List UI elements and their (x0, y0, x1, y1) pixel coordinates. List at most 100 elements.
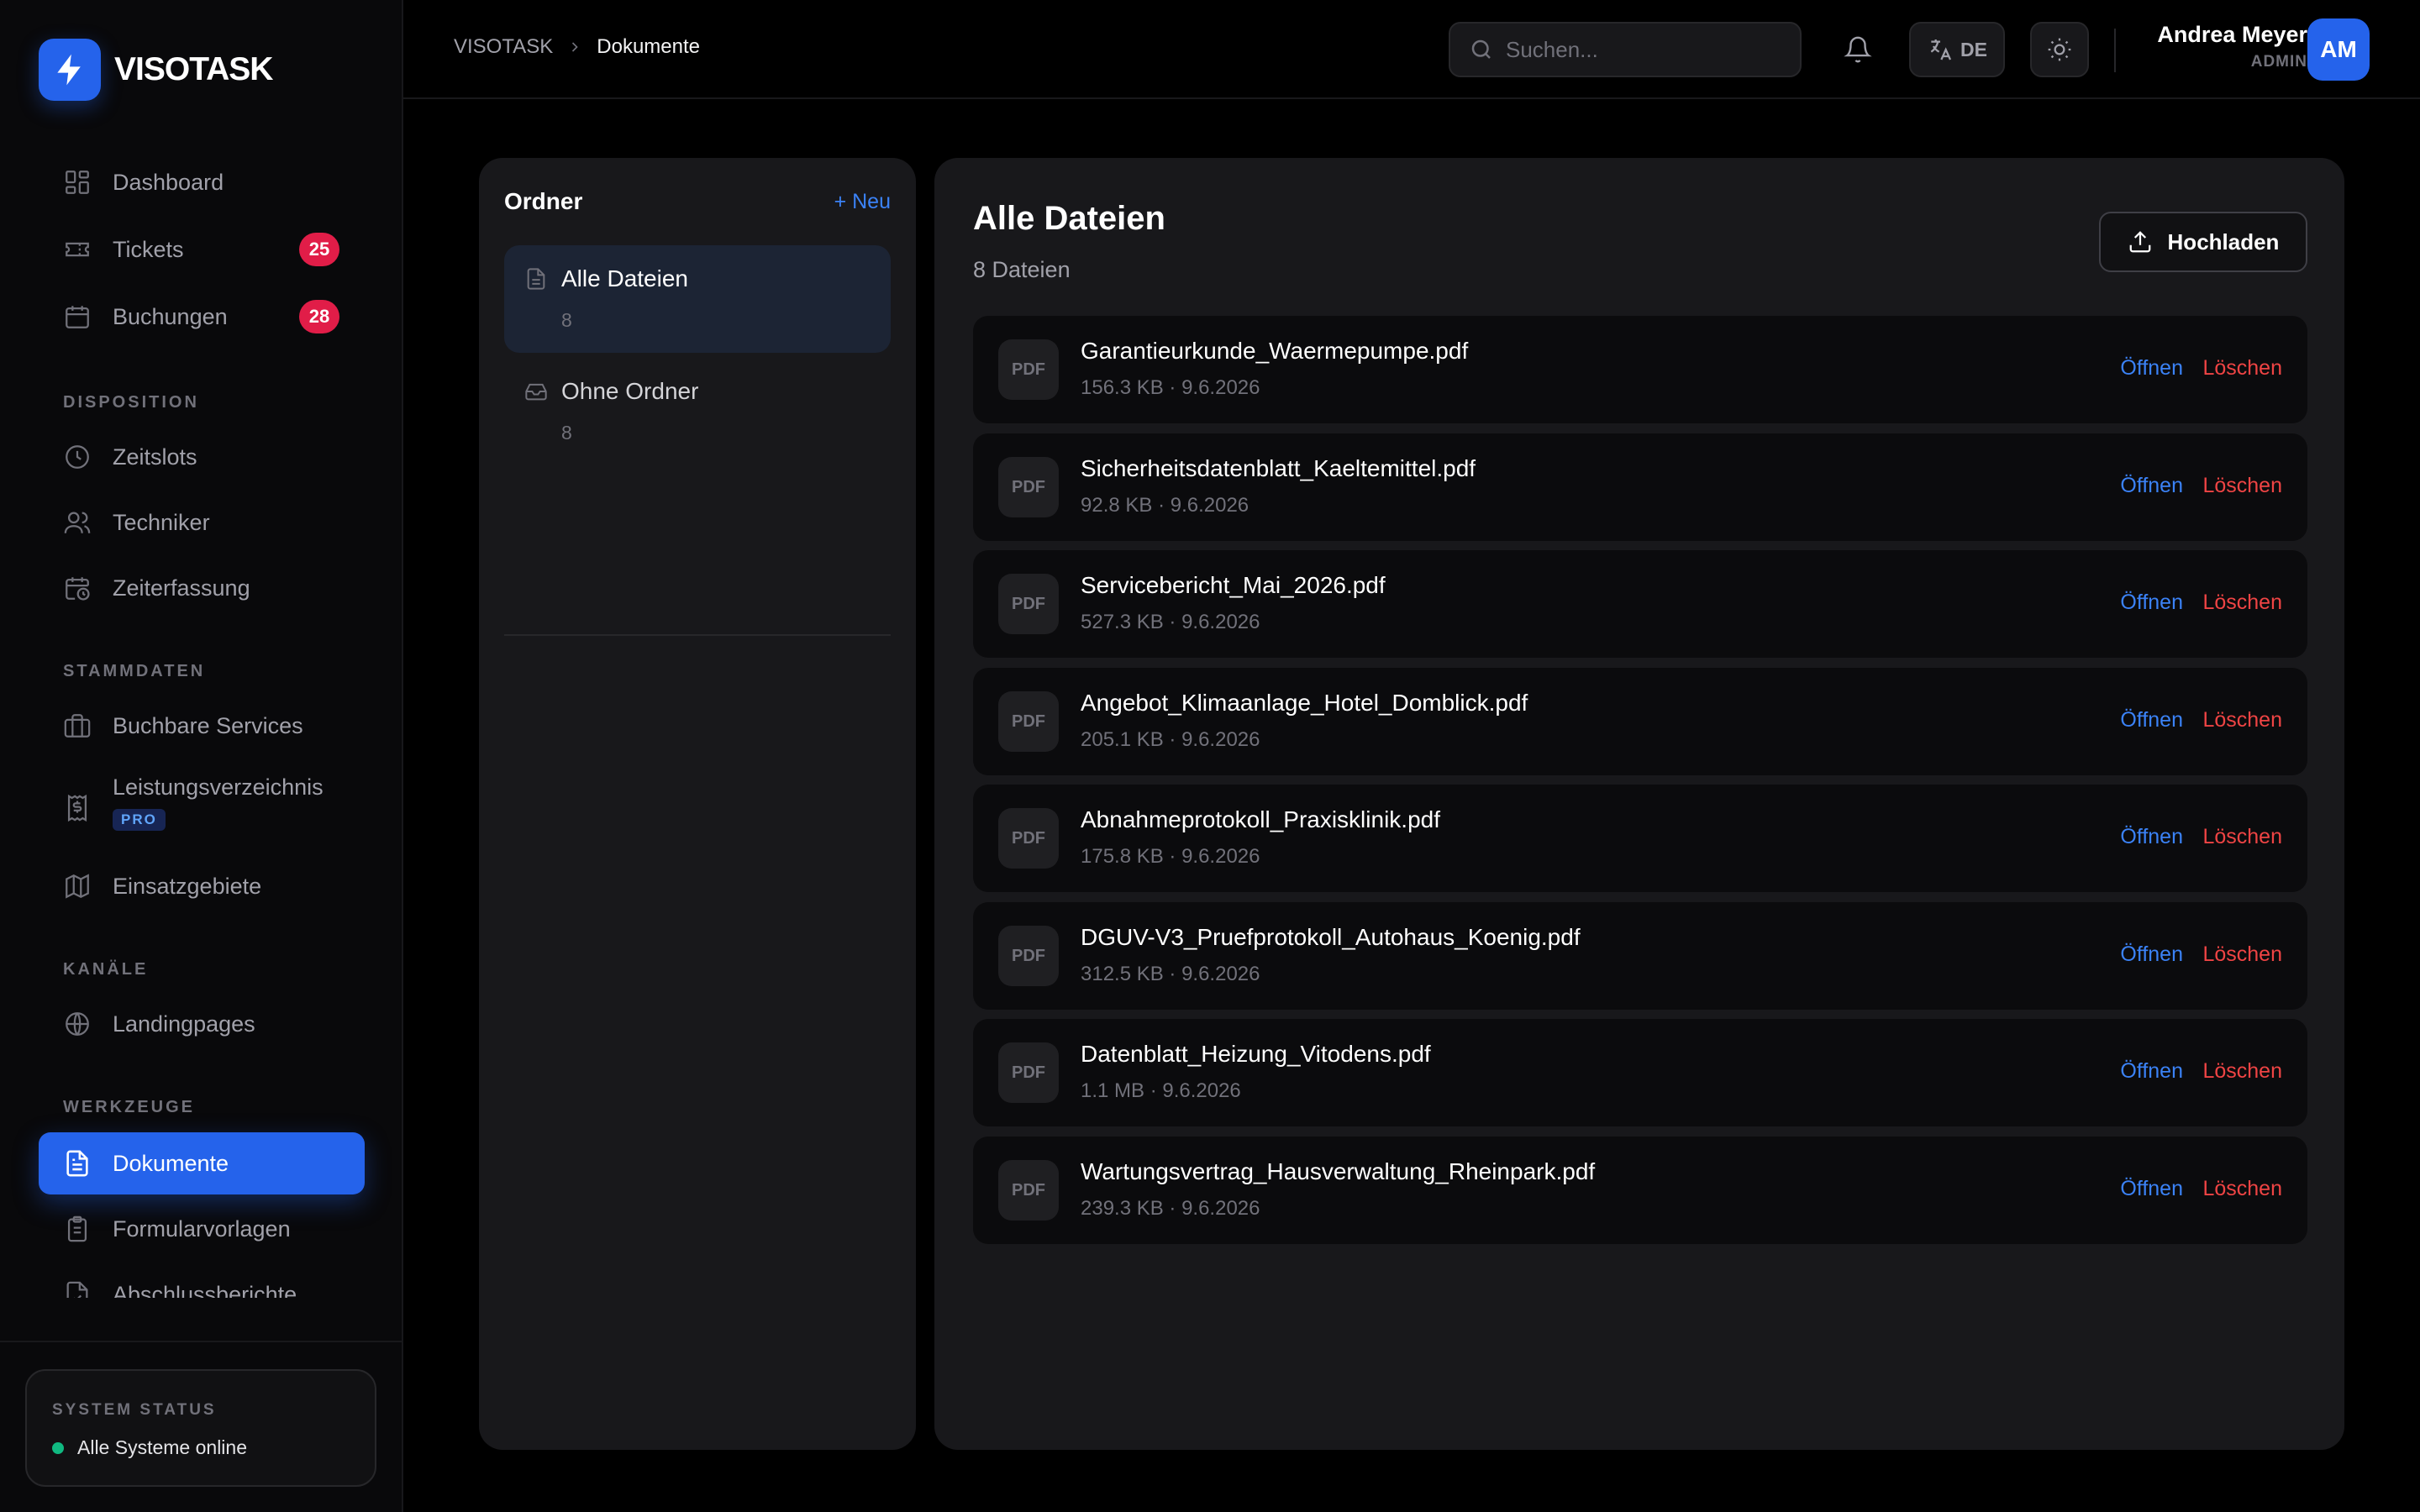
clock-icon (62, 442, 92, 472)
pdf-file-icon: PDF (998, 691, 1059, 752)
language-switcher[interactable]: DE (1909, 22, 2005, 77)
delete-file-button[interactable]: Löschen (2202, 1059, 2282, 1084)
buchungen-count-badge: 28 (299, 300, 339, 333)
user-menu[interactable]: Andrea Meyer ADMIN (2157, 22, 2307, 71)
chevron-right-icon (566, 39, 583, 55)
open-file-button[interactable]: Öffnen (2120, 825, 2183, 849)
sidebar-item-label: Dokumente (113, 1150, 229, 1176)
ticket-icon (62, 234, 92, 265)
folder-name: Ohne Ordner (561, 378, 699, 404)
new-folder-button[interactable]: + Neu (834, 190, 891, 214)
file-row[interactable]: PDF DGUV-V3_Pruefprotokoll_Autohaus_Koeni… (973, 902, 2307, 1010)
file-name[interactable]: Wartungsvertrag_Hausverwaltung_Rheinpark… (1081, 1158, 1595, 1185)
pdf-file-icon: PDF (998, 926, 1059, 986)
sidebar-item-zeitslots[interactable]: Zeitslots (39, 426, 365, 488)
file-row[interactable]: PDF Abnahmeprotokoll_Praxisklinik.pdf 175.… (973, 785, 2307, 892)
sidebar-item-leistungsverzeichnis[interactable]: Leistungsverzeichnis PRO (39, 763, 365, 843)
sidebar-item-zeiterfassung[interactable]: Zeiterfassung (39, 557, 365, 619)
folder-panel-title: Ordner (504, 188, 583, 214)
search-box[interactable] (1449, 22, 1802, 77)
delete-file-button[interactable]: Löschen (2202, 1177, 2282, 1201)
open-file-button[interactable]: Öffnen (2120, 1059, 2183, 1084)
open-file-button[interactable]: Öffnen (2120, 591, 2183, 615)
sidebar-item-buchungen[interactable]: Buchungen 28 (39, 286, 365, 348)
sidebar-item-techniker[interactable]: Techniker (39, 491, 365, 554)
sun-icon (2046, 36, 2073, 63)
sidebar-item-formularvorlagen[interactable]: Formularvorlagen (39, 1198, 365, 1260)
map-icon (62, 871, 92, 901)
sidebar-item-label: Zeitslots (113, 444, 197, 470)
user-name: Andrea Meyer (2157, 22, 2307, 47)
section-label-kanaele: KANÄLE (63, 960, 149, 979)
upload-label: Hochladen (2167, 228, 2280, 255)
folder-item-alle-dateien[interactable]: Alle Dateien 8 (504, 245, 891, 353)
upload-button[interactable]: Hochladen (2099, 212, 2307, 272)
open-file-button[interactable]: Öffnen (2120, 708, 2183, 732)
search-icon (1469, 37, 1494, 62)
breadcrumb-root[interactable]: VISOTASK (454, 35, 553, 59)
brand[interactable]: VISOTASK (39, 39, 273, 101)
search-input[interactable] (1506, 36, 1783, 63)
file-name[interactable]: Sicherheitsdatenblatt_Kaeltemittel.pdf (1081, 455, 1476, 482)
theme-toggle-button[interactable] (2030, 22, 2089, 77)
open-file-button[interactable]: Öffnen (2120, 942, 2183, 967)
sidebar-item-label: Einsatzgebiete (113, 873, 262, 899)
file-row[interactable]: PDF Sicherheitsdatenblatt_Kaeltemittel.pd… (973, 433, 2307, 541)
file-row[interactable]: PDF Garantieurkunde_Waermepumpe.pdf 156.3 … (973, 316, 2307, 423)
folder-item-ohne-ordner[interactable]: Ohne Ordner 8 (504, 358, 891, 465)
folder-name: Alle Dateien (561, 265, 688, 291)
delete-file-button[interactable]: Löschen (2202, 591, 2282, 615)
delete-file-button[interactable]: Löschen (2202, 708, 2282, 732)
calendar-icon (62, 302, 92, 332)
file-meta: 312.5 KB · 9.6.2026 (1081, 963, 1260, 985)
delete-file-button[interactable]: Löschen (2202, 942, 2282, 967)
file-name[interactable]: Servicebericht_Mai_2026.pdf (1081, 572, 1386, 599)
file-name[interactable]: DGUV-V3_Pruefprotokoll_Autohaus_Koenig.p… (1081, 924, 1581, 951)
sidebar-item-einsatzgebiete[interactable]: Einsatzgebiete (39, 855, 365, 917)
pro-badge: PRO (113, 809, 166, 831)
system-status-card: SYSTEM STATUS Alle Systeme online (25, 1369, 376, 1487)
sidebar-divider (0, 1341, 402, 1342)
sidebar-item-dokumente[interactable]: Dokumente (39, 1132, 365, 1194)
file-name[interactable]: Angebot_Klimaanlage_Hotel_Domblick.pdf (1081, 690, 1528, 717)
sidebar-item-label: Zeiterfassung (113, 575, 250, 601)
open-file-button[interactable]: Öffnen (2120, 356, 2183, 381)
sidebar-item-tickets[interactable]: Tickets 25 (39, 218, 365, 281)
open-file-button[interactable]: Öffnen (2120, 1177, 2183, 1201)
file-row[interactable]: PDF Angebot_Klimaanlage_Hotel_Domblick.pd… (973, 668, 2307, 775)
system-status-title: SYSTEM STATUS (52, 1401, 217, 1419)
sidebar-item-dashboard[interactable]: Dashboard (39, 151, 365, 213)
sidebar: VISOTASK Dashboard Tickets 25 Buchungen … (0, 0, 403, 1512)
section-label-stammdaten: STAMMDATEN (63, 662, 206, 680)
sidebar-item-landingpages[interactable]: Landingpages (39, 993, 365, 1055)
brand-name: VISOTASK (114, 51, 273, 87)
top-bar: VISOTASK Dokumente DE Andrea Meyer ADMIN… (403, 0, 2420, 99)
file-row[interactable]: PDF Wartungsvertrag_Hausverwaltung_Rheinp… (973, 1137, 2307, 1244)
inbox-icon (524, 380, 548, 403)
file-name[interactable]: Abnahmeprotokoll_Praxisklinik.pdf (1081, 806, 1440, 833)
file-row[interactable]: PDF Datenblatt_Heizung_Vitodens.pdf 1.1 MB… (973, 1019, 2307, 1126)
notifications-button[interactable] (1830, 22, 1886, 77)
avatar[interactable]: AM (2307, 18, 2370, 81)
delete-file-button[interactable]: Löschen (2202, 474, 2282, 498)
file-name[interactable]: Datenblatt_Heizung_Vitodens.pdf (1081, 1041, 1431, 1068)
section-label-disposition: DISPOSITION (63, 393, 199, 412)
files-panel: Alle Dateien 8 Dateien Hochladen PDF Gara… (934, 158, 2344, 1450)
sidebar-item-buchbare-services[interactable]: Buchbare Services (39, 695, 365, 757)
sidebar-nav[interactable]: Dashboard Tickets 25 Buchungen 28 DISPOS… (0, 143, 402, 1298)
file-name[interactable]: Garantieurkunde_Waermepumpe.pdf (1081, 338, 1468, 365)
delete-file-button[interactable]: Löschen (2202, 356, 2282, 381)
receipt-icon (62, 793, 92, 823)
section-label-werkzeuge: WERKZEUGE (63, 1098, 195, 1116)
file-row[interactable]: PDF Servicebericht_Mai_2026.pdf 527.3 KB ·… (973, 550, 2307, 658)
delete-file-button[interactable]: Löschen (2202, 825, 2282, 849)
file-meta: 239.3 KB · 9.6.2026 (1081, 1197, 1260, 1220)
folder-count: 8 (561, 422, 572, 444)
file-meta: 1.1 MB · 9.6.2026 (1081, 1079, 1241, 1102)
translate-icon (1927, 36, 1954, 63)
sidebar-item-abschlussberichte[interactable]: Abschlussberichte (39, 1263, 365, 1298)
pdf-file-icon: PDF (998, 339, 1059, 400)
bolt-icon (39, 39, 101, 101)
open-file-button[interactable]: Öffnen (2120, 474, 2183, 498)
file-meta: 92.8 KB · 9.6.2026 (1081, 494, 1249, 517)
